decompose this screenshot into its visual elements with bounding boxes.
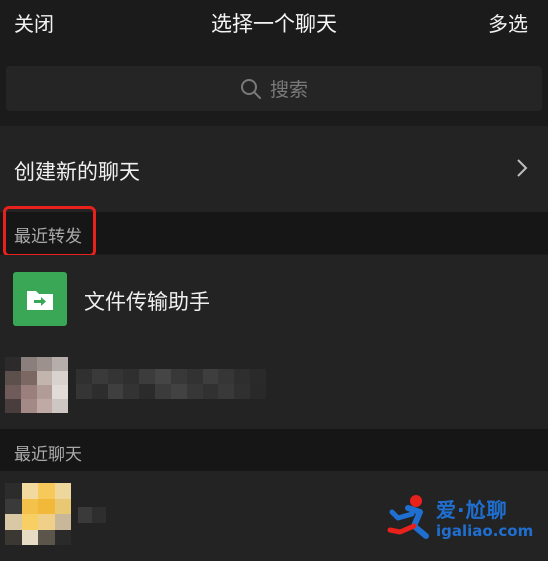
file-transfer-avatar (13, 272, 67, 326)
search-area: 搜索 (0, 44, 548, 124)
search-placeholder: 搜索 (269, 79, 308, 101)
list-item-file-transfer[interactable]: 文件传输助手 (0, 255, 548, 343)
runner-logo-icon (387, 495, 429, 539)
top-bar: 关闭 选择一个聊天 多选 (0, 0, 548, 44)
file-transfer-icon (27, 291, 53, 310)
blurred-avatar (5, 357, 68, 413)
watermark-url: igaliao.com (436, 522, 534, 540)
search-input[interactable]: 搜索 (6, 66, 542, 111)
page-title: 选择一个聊天 (211, 12, 337, 36)
watermark-logo: 爱·尬聊 igaliao.com (386, 492, 548, 552)
chevron-right-icon (516, 158, 528, 182)
recent-chats-label: 最近聊天 (14, 445, 82, 465)
blurred-contact-name (76, 369, 266, 399)
create-new-chat-row[interactable]: 创建新的聊天 (0, 126, 548, 212)
highlight-box (3, 206, 96, 257)
watermark-brand: 爱·尬聊 (436, 498, 508, 522)
create-new-chat-label: 创建新的聊天 (14, 160, 140, 184)
list-item-contact[interactable] (0, 343, 548, 429)
blurred-chat-name (78, 507, 106, 523)
blurred-avatar (5, 483, 71, 545)
multi-select-button[interactable]: 多选 (488, 8, 528, 37)
recent-chats-section-header: 最近聊天 (0, 429, 548, 471)
file-transfer-label: 文件传输助手 (84, 290, 210, 314)
search-icon (240, 78, 262, 100)
